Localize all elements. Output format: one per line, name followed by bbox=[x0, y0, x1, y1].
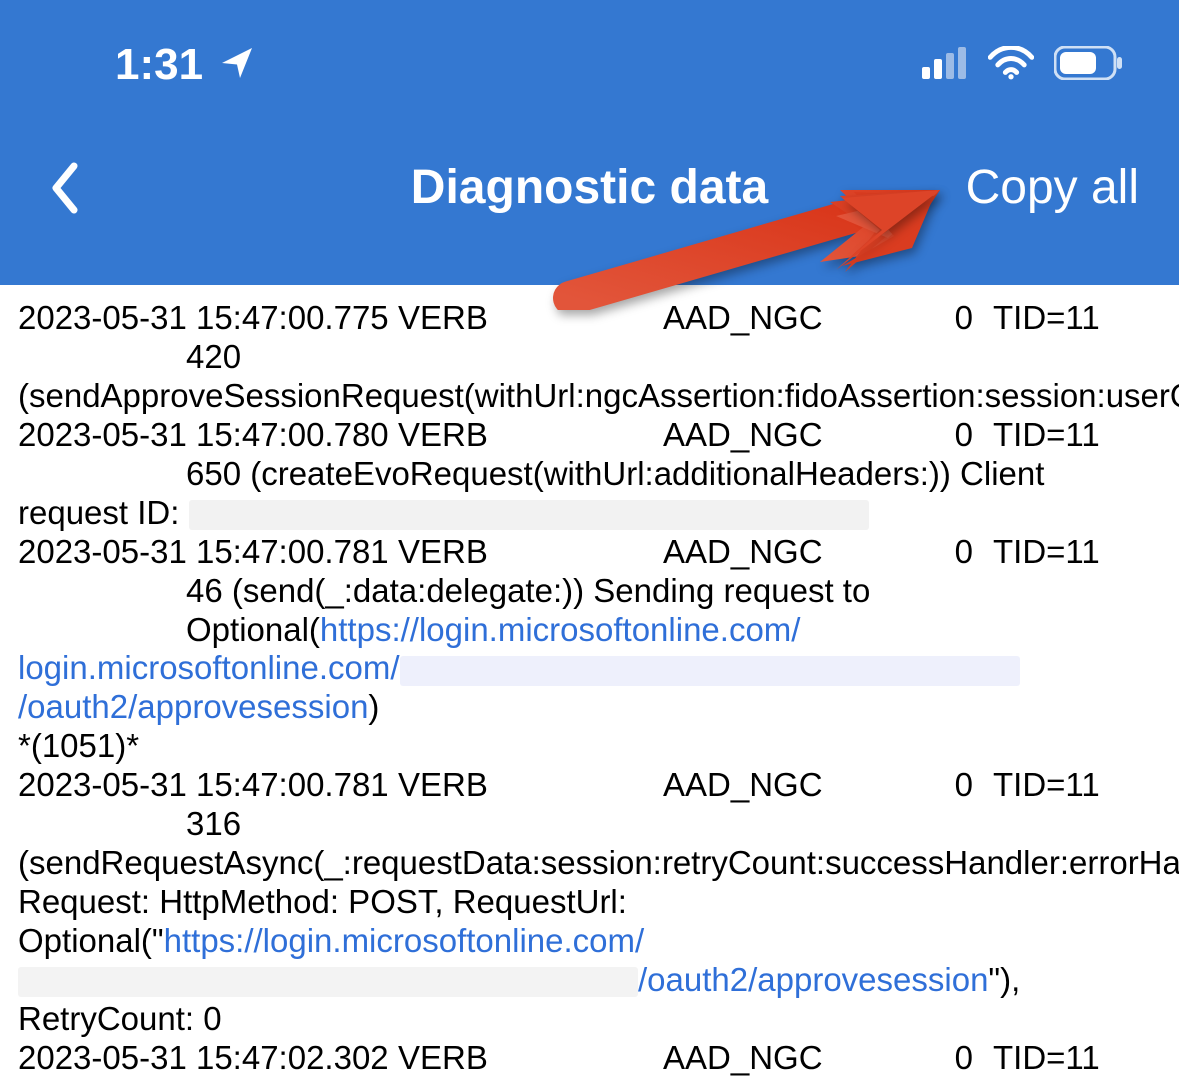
log-text: request ID: bbox=[18, 494, 189, 531]
redacted-region bbox=[189, 500, 869, 530]
redacted-region bbox=[18, 967, 638, 997]
log-link[interactable]: /oauth2/approvesession bbox=[18, 688, 368, 725]
copy-all-button[interactable]: Copy all bbox=[966, 160, 1139, 215]
page-title: Diagnostic data bbox=[411, 160, 768, 215]
log-body: (sendRequestAsync(_:requestData:session:… bbox=[18, 844, 1161, 1039]
log-tag: AAD_NGC bbox=[663, 299, 898, 338]
status-left: 1:31 bbox=[115, 40, 255, 90]
log-code: 0 bbox=[898, 533, 993, 572]
log-code: 0 bbox=[898, 766, 993, 805]
log-timestamp: 2023-05-31 15:47:00.781 bbox=[18, 766, 398, 805]
log-body: *(1051)* bbox=[18, 727, 1161, 766]
log-timestamp: 2023-05-31 15:47:00.781 bbox=[18, 533, 398, 572]
log-code: 0 bbox=[898, 299, 993, 338]
log-text: ) bbox=[368, 688, 379, 725]
status-right bbox=[922, 46, 1124, 85]
log-body: 316 bbox=[18, 805, 1161, 844]
log-tag: AAD_NGC bbox=[663, 416, 898, 455]
log-body: 46 (send(_:data:delegate:)) Sending requ… bbox=[18, 572, 1161, 650]
log-tag: AAD_NGC bbox=[663, 533, 898, 572]
log-text: 650 (createEvoRequest(withUrl:additional… bbox=[186, 455, 1044, 492]
log-link[interactable]: /oauth2/approvesession bbox=[638, 961, 988, 998]
log-row: 2023-05-31 15:47:00.781 VERB AAD_NGC 0 T… bbox=[18, 766, 1161, 805]
log-timestamp: 2023-05-31 15:47:02.302 bbox=[18, 1039, 398, 1078]
log-link[interactable]: https://login.microsoftonline.com/ bbox=[320, 611, 801, 648]
log-row: 2023-05-31 15:47:02.302 VERB AAD_NGC 0 T… bbox=[18, 1039, 1161, 1078]
log-tid: TID=11 bbox=[993, 1039, 1161, 1078]
log-body: request ID: bbox=[18, 494, 1161, 533]
log-tid: TID=11 bbox=[993, 533, 1161, 572]
log-body: 650 (createEvoRequest(withUrl:additional… bbox=[18, 455, 1161, 494]
log-code: 0 bbox=[898, 1039, 993, 1078]
log-row: 2023-05-31 15:47:00.775 VERB AAD_NGC 0 T… bbox=[18, 299, 1161, 338]
log-tid: TID=11 bbox=[993, 299, 1161, 338]
log-link[interactable]: login.microsoftonline.com/ bbox=[18, 649, 400, 686]
cellular-icon bbox=[922, 47, 968, 84]
log-body: 420 bbox=[18, 338, 1161, 377]
log-body: login.microsoftonline.com//oauth2/approv… bbox=[18, 649, 1161, 727]
log-tag: AAD_NGC bbox=[663, 766, 898, 805]
redacted-region bbox=[400, 656, 1020, 686]
log-viewer[interactable]: 2023-05-31 15:47:00.775 VERB AAD_NGC 0 T… bbox=[0, 285, 1179, 1091]
back-button[interactable] bbox=[40, 158, 90, 218]
log-body: (sendApproveSessionRequest(withUrl:ngcAs… bbox=[18, 377, 1161, 416]
log-level: VERB bbox=[398, 416, 663, 455]
status-time: 1:31 bbox=[115, 40, 203, 90]
location-icon bbox=[219, 45, 255, 86]
log-tid: TID=11 bbox=[993, 766, 1161, 805]
log-timestamp: 2023-05-31 15:47:00.775 bbox=[18, 299, 398, 338]
log-tid: TID=11 bbox=[993, 416, 1161, 455]
nav-bar: Diagnostic data Copy all bbox=[0, 130, 1179, 285]
log-level: VERB bbox=[398, 533, 663, 572]
log-level: VERB bbox=[398, 299, 663, 338]
battery-icon bbox=[1054, 46, 1124, 85]
log-code: 0 bbox=[898, 416, 993, 455]
log-timestamp: 2023-05-31 15:47:00.780 bbox=[18, 416, 398, 455]
log-tag: AAD_NGC bbox=[663, 1039, 898, 1078]
status-bar: 1:31 bbox=[0, 0, 1179, 130]
log-level: VERB bbox=[398, 1039, 663, 1078]
wifi-icon bbox=[988, 46, 1034, 85]
log-level: VERB bbox=[398, 766, 663, 805]
log-row: 2023-05-31 15:47:00.781 VERB AAD_NGC 0 T… bbox=[18, 533, 1161, 572]
log-link[interactable]: https://login.microsoftonline.com/ bbox=[164, 922, 645, 959]
log-row: 2023-05-31 15:47:00.780 VERB AAD_NGC 0 T… bbox=[18, 416, 1161, 455]
